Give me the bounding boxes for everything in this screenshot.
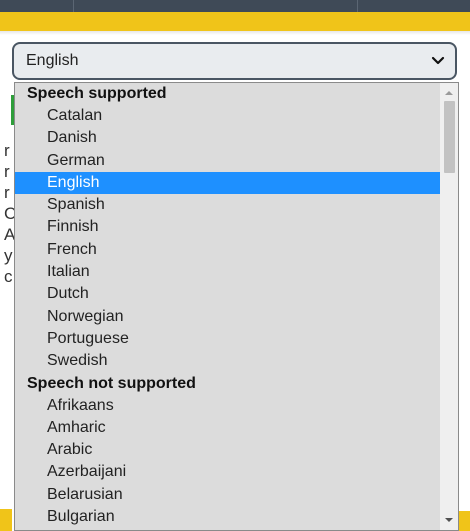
option-amharic[interactable]: Amharic <box>15 417 440 439</box>
language-select-value: English <box>26 52 79 69</box>
option-german[interactable]: German <box>15 150 440 172</box>
nav-divider <box>357 0 358 12</box>
language-select[interactable]: English <box>12 42 457 80</box>
option-swedish[interactable]: Swedish <box>15 350 440 372</box>
top-nav-bar <box>0 0 470 12</box>
scroll-down-arrow-icon[interactable] <box>440 512 458 528</box>
background-yellow-block <box>0 509 12 531</box>
option-dutch[interactable]: Dutch <box>15 283 440 305</box>
option-portuguese[interactable]: Portuguese <box>15 328 440 350</box>
background-yellow-block <box>458 511 470 531</box>
option-catalan[interactable]: Catalan <box>15 105 440 127</box>
optgroup-speech-not-supported: Speech not supported <box>27 374 196 392</box>
option-arabic[interactable]: Arabic <box>15 439 440 461</box>
option-bulgarian[interactable]: Bulgarian <box>15 506 440 528</box>
option-norwegian[interactable]: Norwegian <box>15 306 440 328</box>
nav-divider <box>73 0 74 12</box>
option-belarusian[interactable]: Belarusian <box>15 484 440 506</box>
option-azerbaijani[interactable]: Azerbaijani <box>15 461 440 483</box>
option-spanish[interactable]: Spanish <box>15 194 440 216</box>
scrollbar-thumb[interactable] <box>444 101 455 173</box>
option-list: Speech supported Catalan Danish German E… <box>15 83 440 528</box>
chevron-down-icon <box>431 56 445 65</box>
option-finnish[interactable]: Finnish <box>15 216 440 238</box>
optgroup-speech-supported: Speech supported <box>27 85 167 102</box>
header-accent-band <box>0 12 470 31</box>
scroll-up-arrow-icon[interactable] <box>440 85 458 101</box>
language-dropdown-list[interactable]: Speech supported Catalan Danish German E… <box>14 82 459 531</box>
header-shadow <box>0 31 470 35</box>
option-french[interactable]: French <box>15 239 440 261</box>
option-afrikaans[interactable]: Afrikaans <box>15 395 440 417</box>
option-danish[interactable]: Danish <box>15 127 440 149</box>
option-italian[interactable]: Italian <box>15 261 440 283</box>
page: r r r C A y c English Speech supported C… <box>0 0 470 531</box>
option-english[interactable]: English <box>15 171 440 195</box>
dropdown-scrollbar[interactable] <box>440 83 458 530</box>
